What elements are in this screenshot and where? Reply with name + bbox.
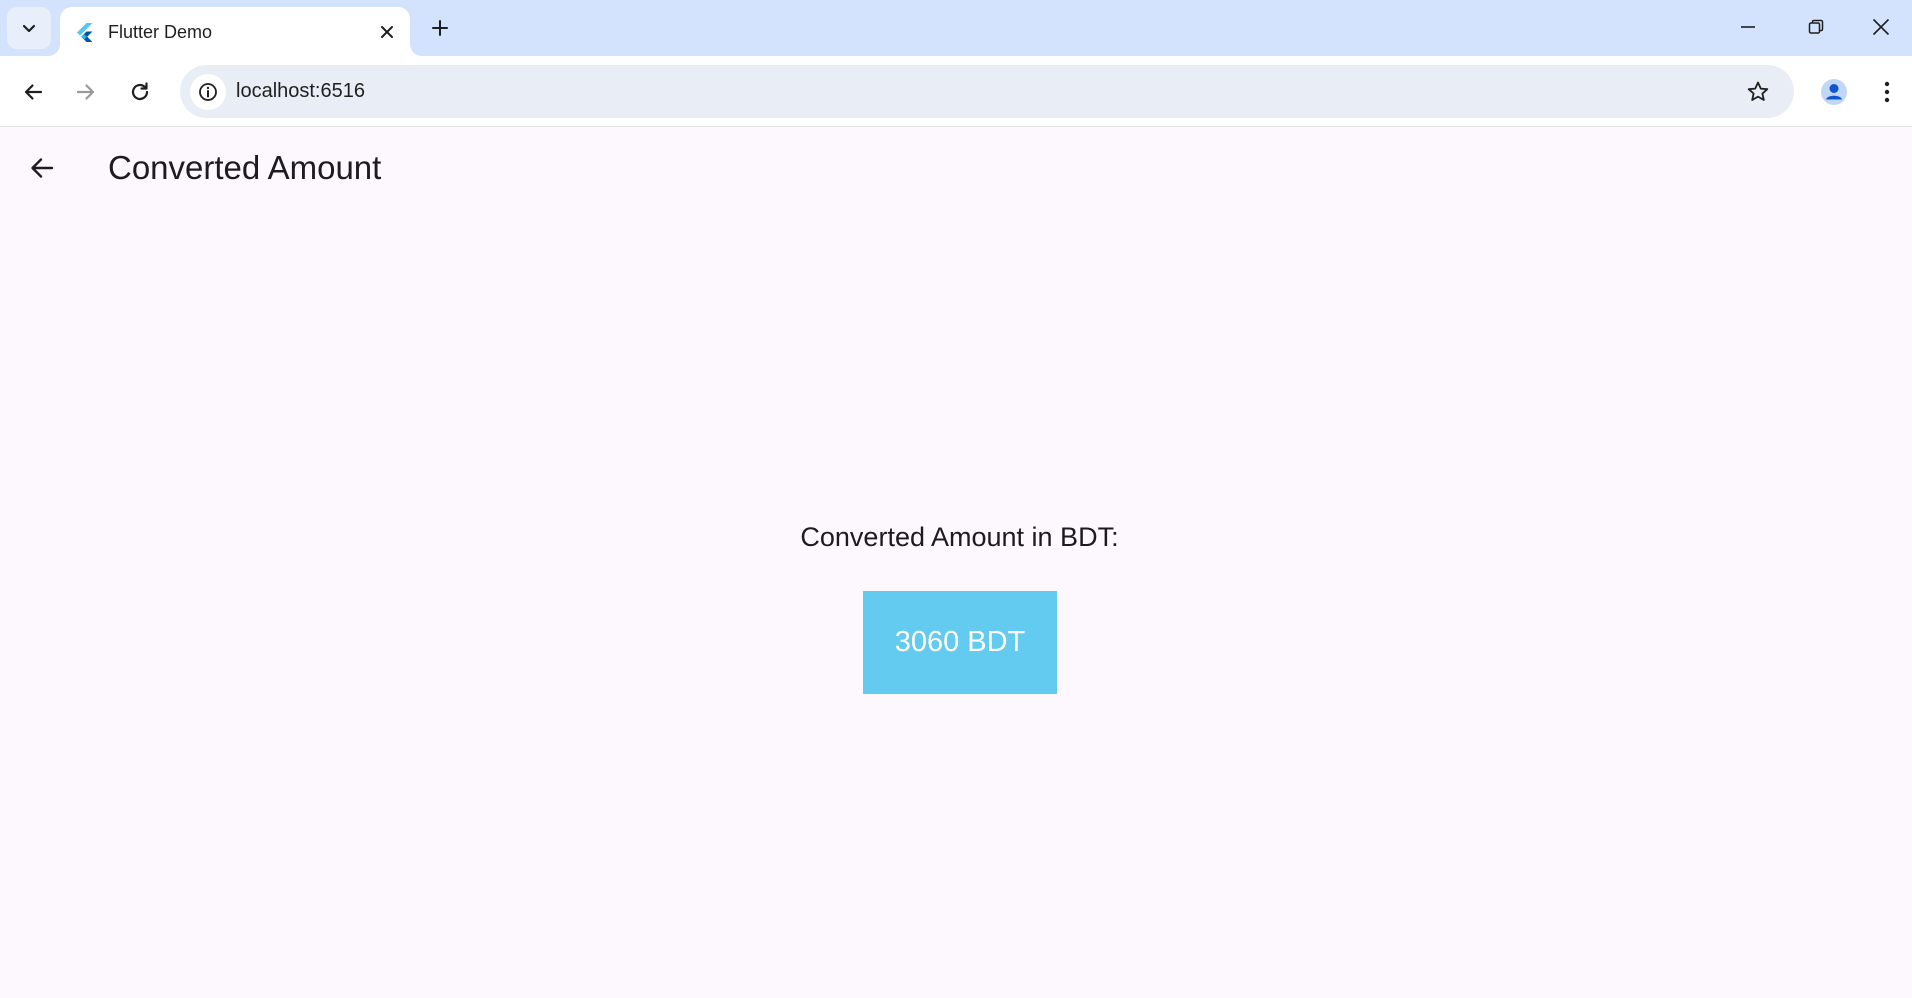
flutter-logo-icon — [74, 22, 94, 42]
converted-amount-box: 3060 BDT — [863, 591, 1057, 694]
address-bar[interactable]: localhost:6516 — [180, 65, 1794, 118]
browser-tab-active[interactable]: Flutter Demo — [60, 7, 410, 56]
arrow-left-icon — [22, 81, 44, 103]
close-icon — [1872, 18, 1890, 36]
arrow-left-icon — [28, 154, 56, 182]
url-text: localhost:6516 — [236, 80, 365, 102]
star-icon — [1746, 80, 1770, 104]
browser-toolbar: localhost:6516 — [0, 56, 1912, 127]
page-title: Converted Amount — [108, 149, 382, 186]
person-icon — [1820, 78, 1848, 106]
restore-button[interactable] — [1782, 0, 1850, 54]
chevron-down-icon — [21, 20, 37, 36]
profile-button[interactable] — [1814, 72, 1854, 112]
tab-close-button[interactable] — [374, 19, 400, 45]
tab-title: Flutter Demo — [108, 22, 213, 42]
browser-tabstrip: Flutter Demo — [0, 0, 1912, 56]
browser-menu-button[interactable] — [1870, 72, 1904, 112]
app-back-button[interactable] — [18, 144, 66, 192]
reload-button[interactable] — [121, 73, 159, 111]
reload-icon — [129, 81, 151, 103]
minimize-button[interactable] — [1714, 0, 1782, 54]
site-info-button[interactable] — [190, 74, 226, 110]
arrow-right-icon — [75, 81, 97, 103]
bookmark-button[interactable] — [1742, 76, 1774, 108]
tab-search-button[interactable] — [7, 7, 51, 49]
close-icon — [380, 25, 394, 39]
app-bar: Converted Amount — [0, 127, 1912, 209]
app-page: Converted Amount Converted Amount in BDT… — [0, 127, 1912, 998]
more-vert-icon — [1884, 81, 1890, 103]
result-label: Converted Amount in BDT: — [800, 522, 1119, 552]
new-tab-button[interactable] — [422, 10, 458, 46]
minimize-icon — [1740, 19, 1756, 35]
restore-icon — [1808, 19, 1824, 35]
plus-icon — [431, 19, 449, 37]
back-button[interactable] — [14, 73, 52, 111]
forward-button[interactable] — [67, 73, 105, 111]
converted-amount-value: 3060 BDT — [894, 626, 1026, 658]
info-icon — [198, 82, 218, 102]
window-close-button[interactable] — [1850, 0, 1912, 54]
